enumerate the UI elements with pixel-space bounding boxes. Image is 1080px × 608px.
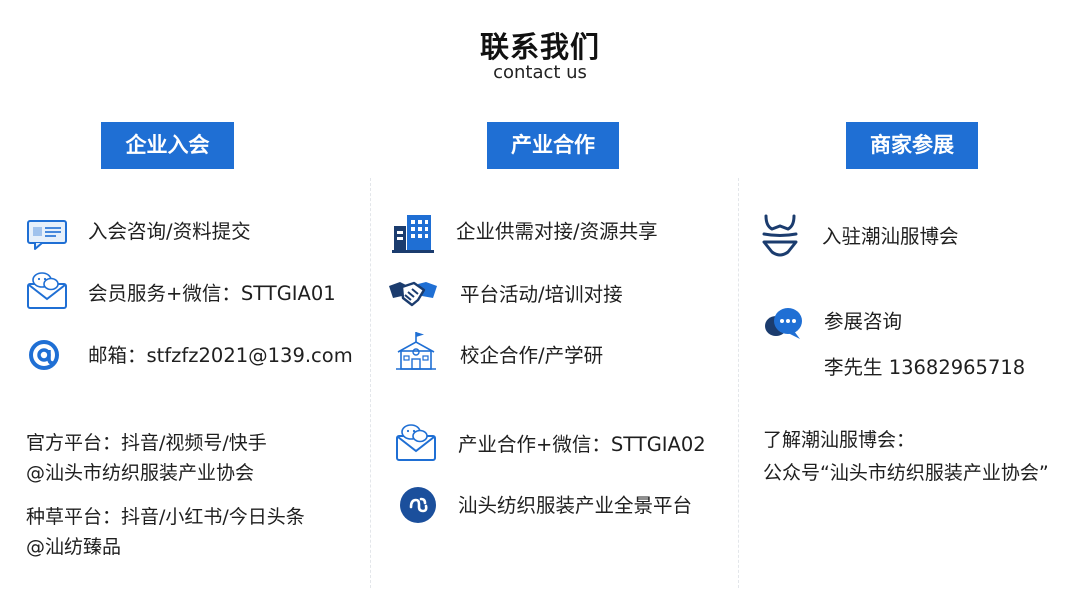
column-divider [738, 178, 739, 588]
official-platform-line1: 官方平台：抖音/视频号/快手 [26, 432, 267, 454]
page-title: 联系我们 [479, 30, 600, 64]
official-platform-line2: @汕头市纺织服装产业协会 [26, 462, 255, 484]
badge-exhibitor: 商家参展 [846, 122, 978, 169]
at-sign-icon [27, 338, 61, 372]
item-panorama-platform: 汕头纺织服装产业全景平台 [458, 494, 693, 517]
item-cooperation-wechat: 产业合作+微信：STTGIA02 [458, 433, 706, 456]
learn-expo-line2: 公众号“汕头市纺织服装产业协会” [763, 462, 1049, 484]
school-icon [394, 330, 438, 372]
item-school-enterprise: 校企合作/产学研 [460, 344, 604, 367]
item-member-service-wechat: 会员服务+微信：STTGIA01 [88, 282, 336, 305]
contact-person: 李先生 13682965718 [824, 356, 1026, 379]
badge-cooperation: 产业合作 [487, 122, 619, 169]
seeding-platform-line1: 种草平台：抖音/小红书/今日头条 [26, 506, 305, 528]
wechat-envelope-icon [395, 420, 439, 464]
item-supply-demand: 企业供需对接/资源共享 [456, 220, 658, 243]
badge-membership: 企业入会 [101, 122, 234, 169]
item-join-expo: 入驻潮汕服博会 [822, 225, 959, 248]
seeding-platform-line2: @汕纺臻品 [26, 536, 122, 558]
learn-expo-line1: 了解潮汕服博会： [763, 429, 916, 451]
item-membership-consult: 入会咨询/资料提交 [88, 220, 251, 243]
item-exhibit-consult: 参展咨询 [824, 310, 903, 333]
wechat-envelope-icon [26, 268, 70, 312]
chat-bubble-icon [764, 306, 804, 342]
mini-program-icon [400, 487, 436, 523]
message-card-icon [26, 217, 68, 251]
column-divider [370, 178, 371, 588]
handshake-icon [388, 278, 438, 310]
swimsuit-icon [760, 214, 800, 260]
item-platform-activities: 平台活动/培训对接 [460, 283, 623, 306]
page-subtitle: contact us [493, 62, 587, 83]
building-icon [392, 212, 434, 254]
item-email: 邮箱：stfzfz2021@139.com [88, 344, 353, 367]
